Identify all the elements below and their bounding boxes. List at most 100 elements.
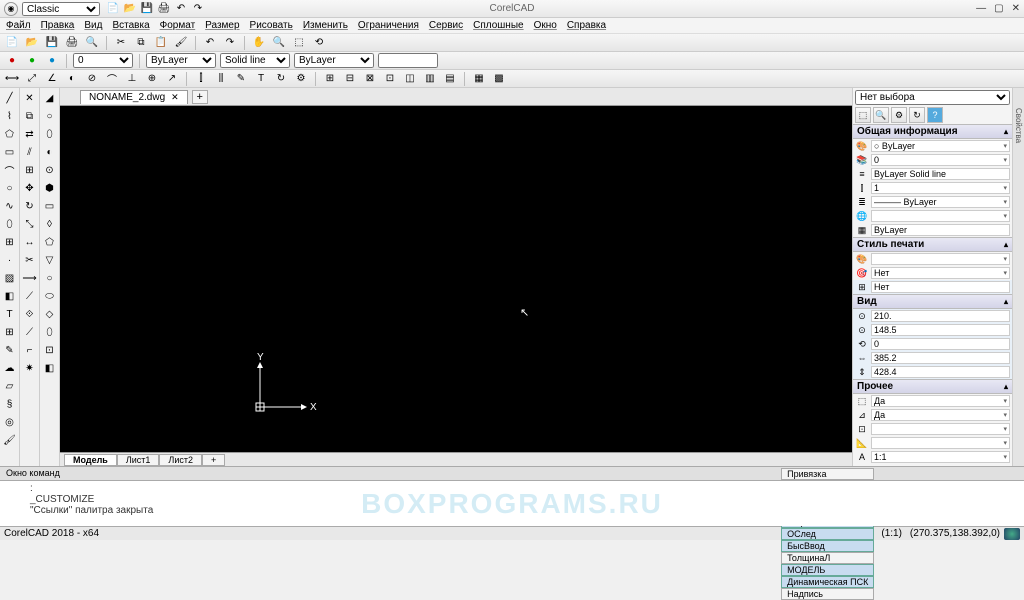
paint-icon[interactable]: 🖌 <box>2 432 18 448</box>
prop-value[interactable]: ——— ByLayer <box>871 196 1010 208</box>
preview-button[interactable]: 🔍 <box>84 35 100 51</box>
paste-button[interactable]: 📋 <box>153 35 169 51</box>
menu-dimension[interactable]: Размер <box>205 20 239 31</box>
prop-row[interactable]: ▦ByLayer <box>853 223 1012 237</box>
save-icon[interactable]: 💾 <box>140 2 154 16</box>
redo-button[interactable]: ↷ <box>222 35 238 51</box>
prop-row[interactable]: A1:1 <box>853 450 1012 464</box>
prop-row[interactable]: 🎨○ ByLayer <box>853 139 1012 153</box>
tol9-icon[interactable]: ▩ <box>491 71 507 87</box>
section-printstyle[interactable]: Стиль печати▴ <box>853 237 1012 252</box>
open-button[interactable]: 📂 <box>24 35 40 51</box>
tab-model[interactable]: Модель <box>64 454 117 466</box>
tol7-icon[interactable]: ▤ <box>442 71 458 87</box>
rectangle-icon[interactable]: ▭ <box>2 144 18 160</box>
matchprops-button[interactable]: 🖌 <box>173 35 189 51</box>
ent15-icon[interactable]: ⊡ <box>42 342 58 358</box>
ent11-icon[interactable]: ○ <box>42 270 58 286</box>
tol8-icon[interactable]: ▦ <box>471 71 487 87</box>
prop-value[interactable]: 385.2 <box>871 352 1010 364</box>
status-модель[interactable]: МОДЕЛЬ <box>781 564 874 576</box>
ent13-icon[interactable]: ◇ <box>42 306 58 322</box>
status-бысввод[interactable]: БысВвод <box>781 540 874 552</box>
arc-icon[interactable]: ⌒ <box>2 162 18 178</box>
undo-icon[interactable]: ↶ <box>174 2 188 16</box>
note-icon[interactable]: ✎ <box>2 342 18 358</box>
prop-row[interactable]: ≣——— ByLayer <box>853 195 1012 209</box>
tab-sheet2[interactable]: Лист2 <box>159 454 202 466</box>
prop-help-button[interactable]: ? <box>927 107 943 123</box>
color2-icon[interactable]: ● <box>44 53 60 69</box>
prop-row[interactable]: 🎨 <box>853 252 1012 266</box>
prop-row[interactable]: 🌐 <box>853 209 1012 223</box>
point-icon[interactable]: · <box>2 252 18 268</box>
section-view[interactable]: Вид▴ <box>853 294 1012 309</box>
ent4-icon[interactable]: ◐ <box>42 144 58 160</box>
prop-row[interactable]: ⊙210. <box>853 309 1012 323</box>
prop-btn3[interactable]: ⚙ <box>891 107 907 123</box>
spline-icon[interactable]: ∿ <box>2 198 18 214</box>
scale-icon[interactable]: ⤡ <box>22 216 38 232</box>
prop-row[interactable]: 📐 <box>853 436 1012 450</box>
prop-value[interactable]: Да <box>871 395 1010 407</box>
dim-update-icon[interactable]: ↻ <box>273 71 289 87</box>
tab-close-icon[interactable]: ✕ <box>171 92 179 103</box>
prop-value[interactable]: 210. <box>871 310 1010 322</box>
prop-value[interactable]: Да <box>871 409 1010 421</box>
break-icon[interactable]: ⟋ <box>22 288 38 304</box>
prop-value[interactable]: 1 <box>871 182 1010 194</box>
print-button[interactable]: 🖨 <box>64 35 80 51</box>
ent7-icon[interactable]: ▭ <box>42 198 58 214</box>
text-icon[interactable]: T <box>2 306 18 322</box>
wipeout-icon[interactable]: ▱ <box>2 378 18 394</box>
prop-btn2[interactable]: 🔍 <box>873 107 889 123</box>
dim-center-icon[interactable]: ⊕ <box>144 71 160 87</box>
extend-icon[interactable]: ⟶ <box>22 270 38 286</box>
dim-arc-icon[interactable]: ⌒ <box>104 71 120 87</box>
document-tab[interactable]: NONAME_2.dwg ✕ <box>80 90 188 104</box>
ellipse-icon[interactable]: ⬯ <box>2 216 18 232</box>
tol4-icon[interactable]: ⊡ <box>382 71 398 87</box>
prop-value[interactable]: ByLayer Solid line <box>871 168 1010 180</box>
menu-window[interactable]: Окно <box>534 20 557 31</box>
menu-view[interactable]: Вид <box>84 20 102 31</box>
table-icon[interactable]: ⊞ <box>2 324 18 340</box>
prop-value[interactable]: ○ ByLayer <box>871 140 1010 152</box>
menu-file[interactable]: Файл <box>6 20 31 31</box>
copy-icon[interactable]: ⧉ <box>22 108 38 124</box>
redo-icon[interactable]: ↷ <box>191 2 205 16</box>
prop-row[interactable]: ⇔385.2 <box>853 351 1012 365</box>
fillet-icon[interactable]: ⌐ <box>22 342 38 358</box>
stretch-icon[interactable]: ↔ <box>22 234 38 250</box>
prop-row[interactable]: ⟲0 <box>853 337 1012 351</box>
dim-style-icon[interactable]: ⚙ <box>293 71 309 87</box>
dim-ordinate-icon[interactable]: ⊥ <box>124 71 140 87</box>
prop-row[interactable]: ⊿Да <box>853 408 1012 422</box>
tol2-icon[interactable]: ⊟ <box>342 71 358 87</box>
ent5-icon[interactable]: ⊙ <box>42 162 58 178</box>
color-select[interactable]: ByLayer <box>146 53 216 68</box>
selection-select[interactable]: Нет выбора <box>855 90 1010 105</box>
join-icon[interactable]: ⟐ <box>22 306 38 322</box>
erase-icon[interactable]: ✕ <box>22 90 38 106</box>
zoom-button[interactable]: 🔍 <box>271 35 287 51</box>
polygon-icon[interactable]: ⬠ <box>2 126 18 142</box>
zoomwin-button[interactable]: ⬚ <box>291 35 307 51</box>
workspace-select[interactable]: Classic <box>22 2 100 16</box>
menu-solids[interactable]: Сплошные <box>473 20 523 31</box>
menu-insert[interactable]: Вставка <box>112 20 149 31</box>
ent10-icon[interactable]: ▽ <box>42 252 58 268</box>
prop-value[interactable]: 1:1 <box>871 451 1010 463</box>
dim-continue-icon[interactable]: ⫼ <box>213 71 229 87</box>
status-надпись[interactable]: Надпись <box>781 588 874 600</box>
undo-button[interactable]: ↶ <box>202 35 218 51</box>
prop-value[interactable]: 148.5 <box>871 324 1010 336</box>
ent8-icon[interactable]: ◊ <box>42 216 58 232</box>
ent6-icon[interactable]: ⬢ <box>42 180 58 196</box>
prop-value[interactable]: ByLayer <box>871 224 1010 236</box>
new-button[interactable]: 📄 <box>4 35 20 51</box>
menu-format[interactable]: Формат <box>160 20 196 31</box>
array-icon[interactable]: ⊞ <box>22 162 38 178</box>
menu-edit[interactable]: Правка <box>41 20 75 31</box>
ent1-icon[interactable]: ◢ <box>42 90 58 106</box>
